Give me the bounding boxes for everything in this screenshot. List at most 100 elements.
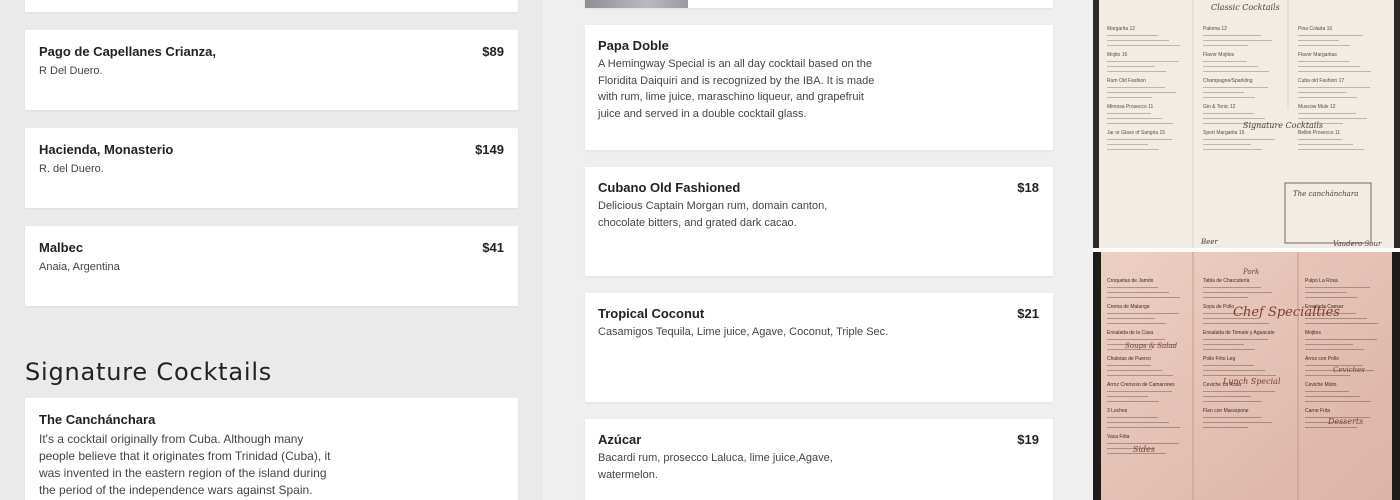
menu-photo-smallprint bbox=[1107, 401, 1159, 402]
item-description: Casamigos Tequila, Lime juice, Agave, Co… bbox=[598, 326, 889, 338]
menu-photo-top[interactable]: Margarita 12 Paloma 12 Pina Colada 16 Mojit… bbox=[1093, 0, 1400, 248]
menu-photo-smallprint bbox=[1203, 92, 1244, 93]
menu-photo-line: Champagne/Sparkling bbox=[1203, 78, 1253, 84]
menu-photo-line: Mojitos bbox=[1305, 330, 1321, 336]
item-name: The Canchánchara bbox=[39, 412, 156, 427]
menu-photo-smallprint bbox=[1305, 287, 1370, 288]
menu-photo-smallprint bbox=[1107, 318, 1155, 319]
menu-photo-heading: Classic Cocktails bbox=[1211, 3, 1280, 12]
menu-photo-smallprint bbox=[1203, 365, 1254, 366]
menu-photo-heading: Pork bbox=[1242, 268, 1259, 276]
menu-photo-smallprint bbox=[1107, 375, 1173, 376]
menu-photo-smallprint bbox=[1298, 92, 1346, 93]
menu-photo-smallprint bbox=[1305, 391, 1349, 392]
menu-photo-smallprint bbox=[1298, 149, 1364, 150]
menu-photo-smallprint bbox=[1298, 66, 1360, 67]
menu-photo-smallprint bbox=[1107, 118, 1162, 119]
item-description: A Hemingway Special is an all day cockta… bbox=[598, 58, 875, 120]
menu-photo-line: Ceviche Mixto bbox=[1305, 382, 1337, 388]
menu-item-card[interactable]: Malbec $41 Anaia, Argentina bbox=[25, 226, 518, 306]
menu-photo-line: Muscow Mule 12 bbox=[1298, 104, 1336, 110]
menu-photo-line: Cuba old Fashion 17 bbox=[1298, 78, 1344, 84]
menu-photo-line: Flan con Macarpone bbox=[1203, 408, 1249, 414]
menu-photo-smallprint bbox=[1203, 287, 1261, 288]
menu-photo-smallprint bbox=[1107, 35, 1158, 36]
menu-photo-smallprint bbox=[1298, 87, 1370, 88]
item-description: It's a cocktail originally from Cuba. Al… bbox=[39, 432, 331, 497]
wine-column: Pago de Capellanes Crianza, $89 R Del Du… bbox=[0, 0, 543, 500]
item-price: $19 bbox=[1017, 432, 1039, 447]
item-name: Azúcar bbox=[598, 432, 642, 447]
menu-photo-line: Tabla de Charcutería bbox=[1203, 278, 1250, 284]
menu-photo-smallprint bbox=[1107, 123, 1173, 124]
menu-photo-smallprint bbox=[1203, 323, 1269, 324]
menu-photo-line: Arroz con Pollo bbox=[1305, 356, 1339, 362]
menu-photo-line: Sopa de Pollo bbox=[1203, 304, 1234, 310]
menu-photo-heading: Desserts bbox=[1327, 417, 1363, 426]
menu-photo-smallprint bbox=[1203, 66, 1258, 67]
menu-photo-line: Pulpo La Rosa bbox=[1305, 278, 1338, 284]
menu-photo-smallprint bbox=[1107, 427, 1180, 428]
menu-photo-line: Rum Old Fashion bbox=[1107, 78, 1146, 84]
menu-item-card[interactable]: Papa Doble A Hemingway Special is an all… bbox=[585, 25, 1053, 150]
menu-photo-smallprint bbox=[1305, 292, 1346, 293]
menu-photo-line: Bellini Prosecco 11 bbox=[1298, 130, 1340, 136]
menu-photo-smallprint bbox=[1203, 71, 1269, 72]
menu-photo-smallprint bbox=[1107, 370, 1162, 371]
menu-photo-heading: Beer bbox=[1200, 238, 1218, 246]
menu-photo-line: Croquetas de Jamón bbox=[1107, 278, 1154, 284]
menu-photo-smallprint bbox=[1203, 144, 1251, 145]
menu-photo-smallprint bbox=[1298, 97, 1357, 98]
menu-photo-line: Flavor Mojitos bbox=[1203, 52, 1235, 58]
menu-photo-smallprint bbox=[1203, 139, 1275, 140]
item-name: Papa Doble bbox=[598, 38, 669, 53]
menu-photo-line: Mimosa Prosecco 11 bbox=[1107, 104, 1154, 110]
menu-photo-bottom[interactable]: Croquetas de Jamón Tabla de Charcutería Pu… bbox=[1093, 252, 1400, 500]
item-price: $149 bbox=[475, 142, 504, 157]
menu-photo-line: 3 Leches bbox=[1107, 408, 1128, 414]
item-price: $89 bbox=[482, 44, 504, 59]
menu-photo-smallprint bbox=[1203, 40, 1272, 41]
menu-item-card[interactable]: Azúcar $19 Bacardi rum, prosecco Laluca,… bbox=[585, 419, 1053, 500]
menu-photo-line: Ensalada de Tomate y Aguacate bbox=[1203, 330, 1275, 336]
menu-photo-line: Chuletas de Puerco bbox=[1107, 356, 1151, 362]
menu-item-card[interactable]: Pago de Capellanes Crianza, $89 R Del Du… bbox=[25, 30, 518, 110]
menu-item-card[interactable]: Hacienda, Monasterio $149 R. del Duero. bbox=[25, 128, 518, 208]
menu-item-card[interactable]: Tropical Coconut $21 Casamigos Tequila, … bbox=[585, 293, 1053, 402]
menu-photo-smallprint bbox=[1107, 139, 1172, 140]
menu-photo-smallprint bbox=[1203, 370, 1265, 371]
menu-photo-smallprint bbox=[1298, 113, 1356, 114]
item-description: R. del Duero. bbox=[39, 163, 104, 175]
menu-photo-smallprint bbox=[1107, 422, 1169, 423]
menu-photo-smallprint bbox=[1305, 297, 1357, 298]
item-description: Anaia, Argentina bbox=[39, 261, 120, 273]
menu-photo-smallprint bbox=[1305, 344, 1353, 345]
menu-photo-smallprint bbox=[1305, 349, 1364, 350]
menu-item-card[interactable]: The Canchánchara It's a cocktail origina… bbox=[25, 398, 518, 500]
menu-photo-heading: Vaudero Sour bbox=[1333, 240, 1382, 248]
menu-photo-smallprint bbox=[1298, 45, 1350, 46]
menu-photo-line: Mojito 16 bbox=[1107, 52, 1128, 58]
menu-photo-heading: The canchánchara bbox=[1293, 190, 1358, 198]
menu-photo-smallprint bbox=[1107, 149, 1159, 150]
menu-photo-line: Crema de Malanga bbox=[1107, 304, 1150, 310]
menu-photo-smallprint bbox=[1298, 71, 1371, 72]
item-price: $41 bbox=[482, 240, 504, 255]
menu-photo-smallprint bbox=[1107, 61, 1179, 62]
menu-photo-heading: Soups & Salad bbox=[1125, 342, 1178, 350]
menu-photo-smallprint bbox=[1107, 396, 1148, 397]
menu-photo-line: Margarita 12 bbox=[1107, 26, 1135, 32]
item-description: R Del Duero. bbox=[39, 65, 103, 77]
menu-photo-smallprint bbox=[1203, 35, 1261, 36]
menu-photo-line: Pina Colada 16 bbox=[1298, 26, 1332, 32]
menu-photo-smallprint bbox=[1298, 144, 1353, 145]
menu-photo-smallprint bbox=[1203, 339, 1268, 340]
item-name: Tropical Coconut bbox=[598, 306, 705, 321]
menu-item-card[interactable]: Cubano Old Fashioned $18 Delicious Capta… bbox=[585, 167, 1053, 276]
menu-photo-smallprint bbox=[1305, 427, 1357, 428]
menu-photo-smallprint bbox=[1203, 375, 1276, 376]
menu-photo-smallprint bbox=[1203, 87, 1268, 88]
item-name: Hacienda, Monasterio bbox=[39, 142, 174, 157]
item-description: Delicious Captain Morgan rum, domain can… bbox=[598, 200, 828, 229]
menu-photo-line: Carne Frita bbox=[1305, 408, 1330, 414]
